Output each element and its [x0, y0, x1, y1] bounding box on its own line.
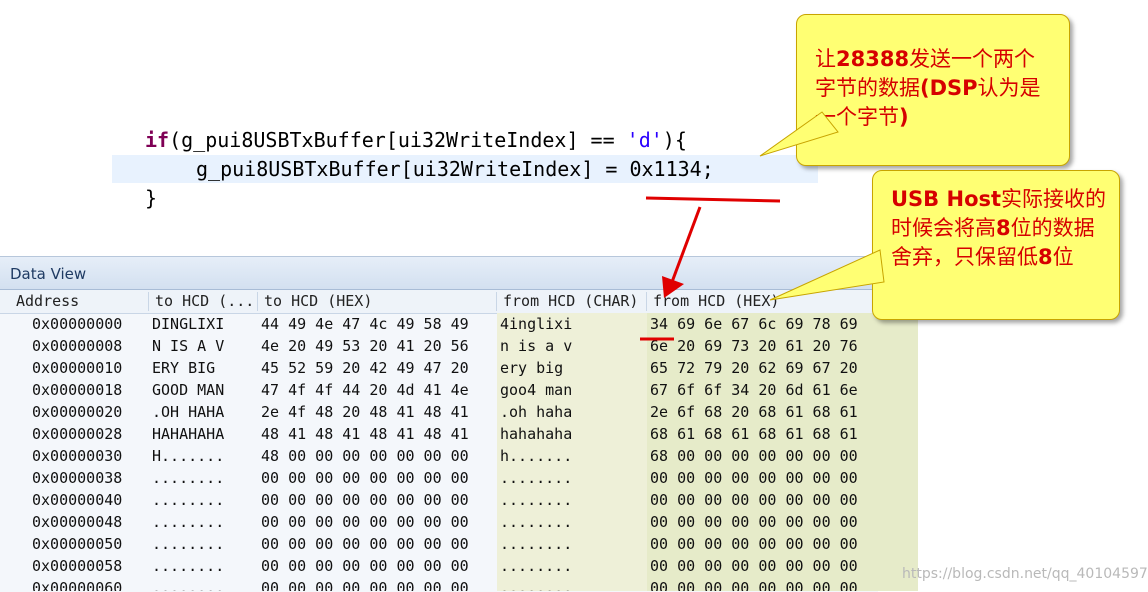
- callout2-pointer: [769, 249, 885, 301]
- red-arrow-line: [670, 206, 702, 283]
- watermark: https://blog.csdn.net/qq_40104597: [902, 566, 1148, 582]
- code-underline: [645, 196, 781, 203]
- callout1-pointer: [759, 111, 839, 157]
- annotation-overlay: [640, 111, 885, 341]
